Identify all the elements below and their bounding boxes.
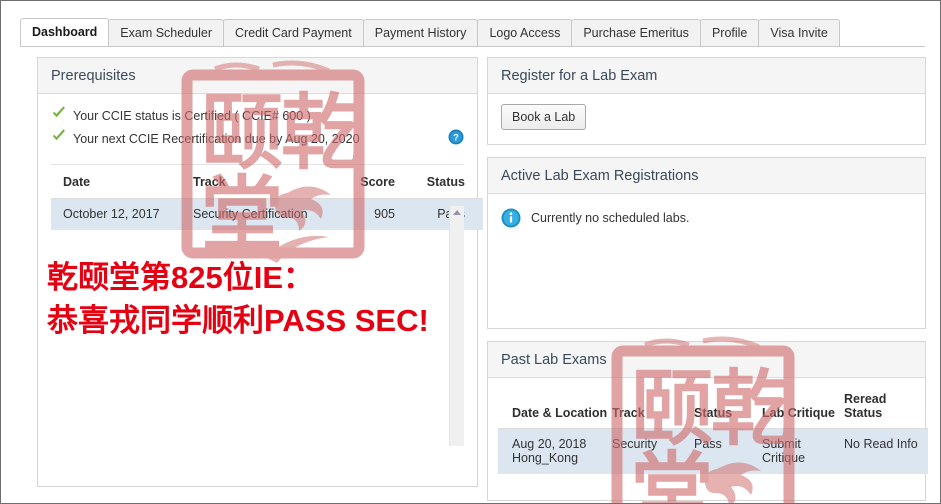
- submit-critique-link[interactable]: Submit Critique: [762, 428, 844, 474]
- register-panel-body: Book a Lab: [488, 94, 925, 140]
- cell-location: Hong_Kong: [512, 451, 579, 465]
- column-header-track: Track: [193, 165, 333, 199]
- no-scheduled-labs-text: Currently no scheduled labs.: [531, 211, 690, 225]
- tab-dashboard[interactable]: Dashboard: [20, 18, 110, 46]
- column-header-track: Track: [612, 384, 694, 429]
- past-lab-exams-body: Date & Location Track Status Lab Critiqu…: [488, 378, 928, 474]
- no-scheduled-labs-notice: Currently no scheduled labs.: [501, 204, 912, 228]
- cell-track: Security: [612, 428, 694, 474]
- cell-track: Security Certification: [193, 198, 333, 230]
- table-header-row: Date & Location Track Status Lab Critiqu…: [498, 384, 928, 429]
- prerequisites-panel: Prerequisites Your CCIE status is Certif…: [37, 57, 483, 487]
- past-lab-exams-title: Past Lab Exams: [501, 351, 607, 368]
- column-header-date: Date: [51, 165, 193, 199]
- past-lab-exams-table: Date & Location Track Status Lab Critiqu…: [498, 384, 928, 474]
- register-title: Register for a Lab Exam: [501, 67, 658, 84]
- prerequisite-item-status: Your CCIE status is Certified ( CCIE# 60…: [51, 104, 464, 127]
- tab-credit-card-payment[interactable]: Credit Card Payment: [223, 19, 364, 46]
- table-scrollbar[interactable]: [449, 206, 464, 446]
- main-tab-strip: Dashboard Exam Scheduler Credit Card Pay…: [20, 18, 925, 47]
- green-check-icon: [51, 105, 73, 126]
- register-panel-header: Register for a Lab Exam: [488, 58, 925, 94]
- tab-logo-access[interactable]: Logo Access: [477, 19, 573, 46]
- prerequisites-panel-header: Prerequisites: [38, 58, 477, 94]
- cell-status: Pass: [694, 428, 762, 474]
- cell-date-location: Aug 20, 2018 Hong_Kong: [498, 428, 612, 474]
- prerequisites-panel-body: Your CCIE status is Certified ( CCIE# 60…: [38, 94, 483, 446]
- tab-payment-history[interactable]: Payment History: [362, 19, 479, 46]
- table-row[interactable]: October 12, 2017 Security Certification …: [51, 198, 483, 230]
- active-registrations-panel: Active Lab Exam Registrations Currently …: [487, 157, 926, 329]
- info-circle-icon: [501, 208, 521, 228]
- prerequisite-recert-text: Your next CCIE Recertification due by Au…: [73, 131, 360, 146]
- green-check-icon: [51, 128, 73, 149]
- cell-score: 905: [333, 198, 395, 230]
- column-header-date-location: Date & Location: [498, 384, 612, 429]
- table-header-row: Date Track Score Status: [51, 165, 483, 199]
- column-header-status: Status: [395, 165, 483, 199]
- cell-reread-status: No Read Info: [844, 428, 928, 474]
- prerequisite-status-text: Your CCIE status is Certified ( CCIE# 60…: [73, 108, 311, 123]
- help-circle-icon[interactable]: ?: [448, 129, 464, 145]
- column-header-lab-critique: Lab Critique: [762, 384, 844, 429]
- tab-purchase-emeritus[interactable]: Purchase Emeritus: [571, 19, 701, 46]
- svg-text:?: ?: [453, 133, 459, 143]
- tab-visa-invite[interactable]: Visa Invite: [758, 19, 840, 46]
- book-a-lab-button[interactable]: Book a Lab: [501, 104, 587, 130]
- column-header-reread-status: Reread Status: [844, 384, 928, 429]
- column-header-score: Score: [333, 165, 395, 199]
- active-registrations-body: Currently no scheduled labs.: [488, 194, 925, 238]
- prerequisite-item-recert: Your next CCIE Recertification due by Au…: [51, 127, 464, 150]
- active-registrations-title: Active Lab Exam Registrations: [501, 167, 699, 184]
- active-registrations-header: Active Lab Exam Registrations: [488, 158, 925, 194]
- cell-status: Pass: [395, 198, 483, 230]
- past-lab-exams-panel: Past Lab Exams Date & Location Track Sta…: [487, 341, 928, 501]
- past-lab-exams-header: Past Lab Exams: [488, 342, 925, 378]
- cell-date: Aug 20, 2018: [512, 437, 587, 451]
- browser-page: Dashboard Exam Scheduler Credit Card Pay…: [0, 0, 941, 504]
- column-header-status: Status: [694, 384, 762, 429]
- prerequisites-title: Prerequisites: [51, 67, 136, 84]
- cell-date: October 12, 2017: [51, 198, 193, 230]
- tab-profile[interactable]: Profile: [699, 19, 760, 46]
- table-row[interactable]: Aug 20, 2018 Hong_Kong Security Pass Sub…: [498, 428, 928, 474]
- scroll-up-arrow-icon[interactable]: [453, 210, 461, 215]
- register-lab-exam-panel: Register for a Lab Exam Book a Lab: [487, 57, 926, 145]
- tab-exam-scheduler[interactable]: Exam Scheduler: [108, 19, 225, 46]
- certification-history-table: Date Track Score Status October 12, 2017…: [51, 165, 483, 230]
- certification-history-table-wrap: Date Track Score Status October 12, 2017…: [51, 164, 483, 446]
